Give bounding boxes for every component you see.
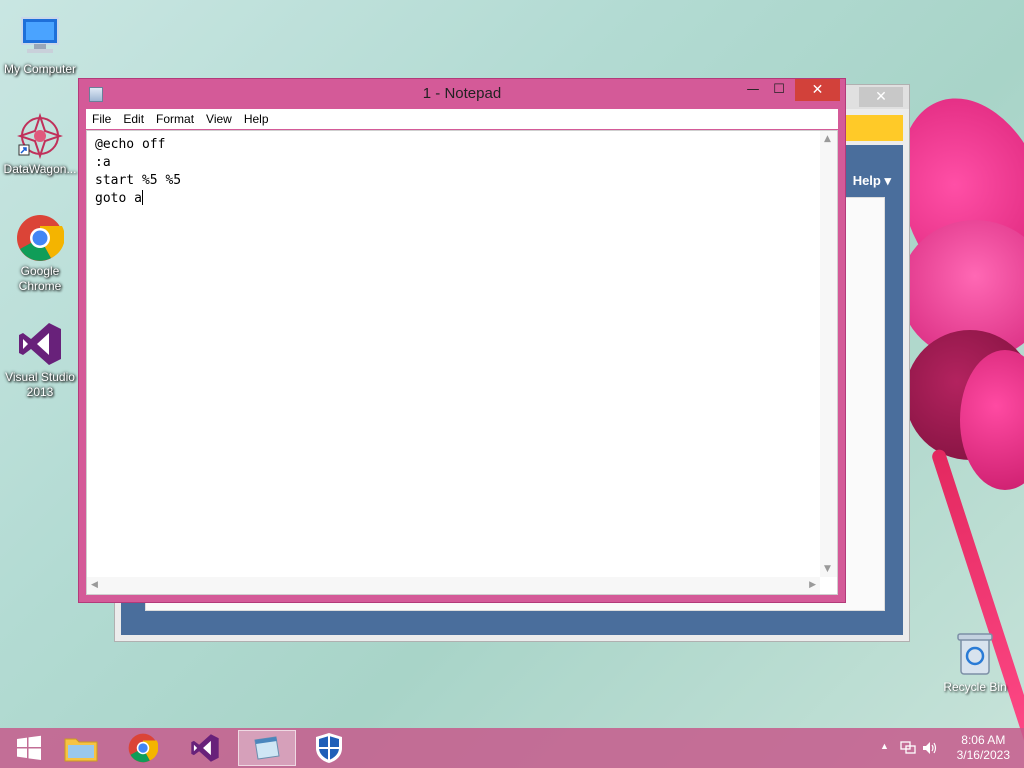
visual-studio-icon — [16, 320, 64, 368]
menu-edit[interactable]: Edit — [117, 109, 150, 126]
datawagon-icon — [16, 112, 64, 160]
scroll-left-icon[interactable]: ◀ — [91, 580, 98, 590]
menu-help[interactable]: Help — [238, 109, 275, 126]
clock[interactable]: 8:06 AM 3/16/2023 — [957, 733, 1010, 763]
recycle-bin-icon — [955, 630, 995, 676]
desktop-icon-label: Google Chrome — [18, 264, 62, 293]
windows-icon — [17, 735, 41, 760]
taskbar-notepad[interactable] — [238, 730, 296, 766]
text-line: :a — [95, 155, 111, 170]
desktop-icon-my-computer[interactable]: My Computer — [0, 12, 80, 77]
taskbar-file-explorer[interactable] — [52, 730, 110, 766]
window-title: 1 - Notepad — [422, 85, 502, 102]
notepad-icon — [254, 736, 280, 760]
system-tray: ▲ 8:06 AM 3/16/2023 — [864, 728, 1024, 768]
desktop-icon-label: My Computer — [3, 62, 77, 76]
background-window-close-button[interactable]: ✕ — [859, 87, 903, 107]
clock-date: 3/16/2023 — [956, 748, 1010, 762]
chrome-icon — [16, 214, 64, 262]
text-editor[interactable]: @echo off :a start %5 %5 goto a ▲ ▼ ◀ ▶ — [86, 130, 838, 595]
visual-studio-icon — [191, 734, 219, 762]
menu-format[interactable]: Format — [150, 109, 200, 126]
editor-content[interactable]: @echo off :a start %5 %5 goto a — [95, 136, 181, 208]
taskbar-defender[interactable] — [300, 730, 358, 766]
volume-icon[interactable] — [922, 741, 938, 755]
horizontal-scrollbar[interactable]: ◀ ▶ — [87, 577, 820, 594]
vertical-scrollbar[interactable]: ▲ ▼ — [820, 131, 837, 577]
desktop-icon-google-chrome[interactable]: Google Chrome — [0, 214, 80, 294]
shield-icon — [316, 733, 342, 763]
background-window-help-menu[interactable]: Help ▾ — [853, 173, 891, 189]
wallpaper-stem — [930, 447, 1024, 757]
desktop-icon-label: DataWagon... — [3, 162, 77, 176]
notepad-window[interactable]: 1 - Notepad — ☐ ✕ File Edit Format View Help… — [78, 78, 846, 603]
text-caret — [141, 190, 143, 205]
text-line: goto a — [95, 191, 142, 206]
desktop-icon-recycle-bin[interactable]: Recycle Bin — [940, 630, 1010, 694]
menu-bar: File Edit Format View Help — [86, 109, 838, 129]
chevron-up-icon[interactable]: ▲ — [880, 741, 889, 751]
menu-file[interactable]: File — [86, 109, 117, 126]
close-button[interactable]: ✕ — [795, 79, 840, 101]
clock-time: 8:06 AM — [961, 733, 1006, 747]
network-icon[interactable] — [900, 741, 916, 755]
folder-icon — [64, 738, 98, 762]
menu-view[interactable]: View — [200, 109, 238, 126]
computer-icon — [16, 12, 64, 60]
desktop-icon-datawagon[interactable]: DataWagon... — [0, 112, 80, 177]
chrome-icon — [128, 733, 158, 763]
taskbar-visual-studio[interactable] — [176, 730, 234, 766]
desktop-icon-label: Visual Studio 2013 — [5, 370, 75, 399]
notepad-titlebar[interactable]: 1 - Notepad — ☐ ✕ — [79, 79, 845, 109]
taskbar: ▲ 8:06 AM 3/16/2023 — [0, 728, 1024, 768]
text-line: @echo off — [95, 137, 166, 152]
desktop-icon-label: Recycle Bin — [943, 680, 1007, 694]
start-button[interactable] — [0, 730, 58, 766]
maximize-button[interactable]: ☐ — [765, 79, 793, 101]
desktop-icon-visual-studio[interactable]: Visual Studio 2013 — [0, 320, 80, 400]
scroll-right-icon[interactable]: ▶ — [809, 580, 816, 590]
text-line: start %5 %5 — [95, 173, 182, 188]
taskbar-chrome[interactable] — [114, 730, 172, 766]
scroll-down-icon[interactable]: ▼ — [824, 564, 831, 574]
scroll-up-icon[interactable]: ▲ — [824, 134, 831, 144]
minimize-button[interactable]: — — [739, 79, 767, 101]
